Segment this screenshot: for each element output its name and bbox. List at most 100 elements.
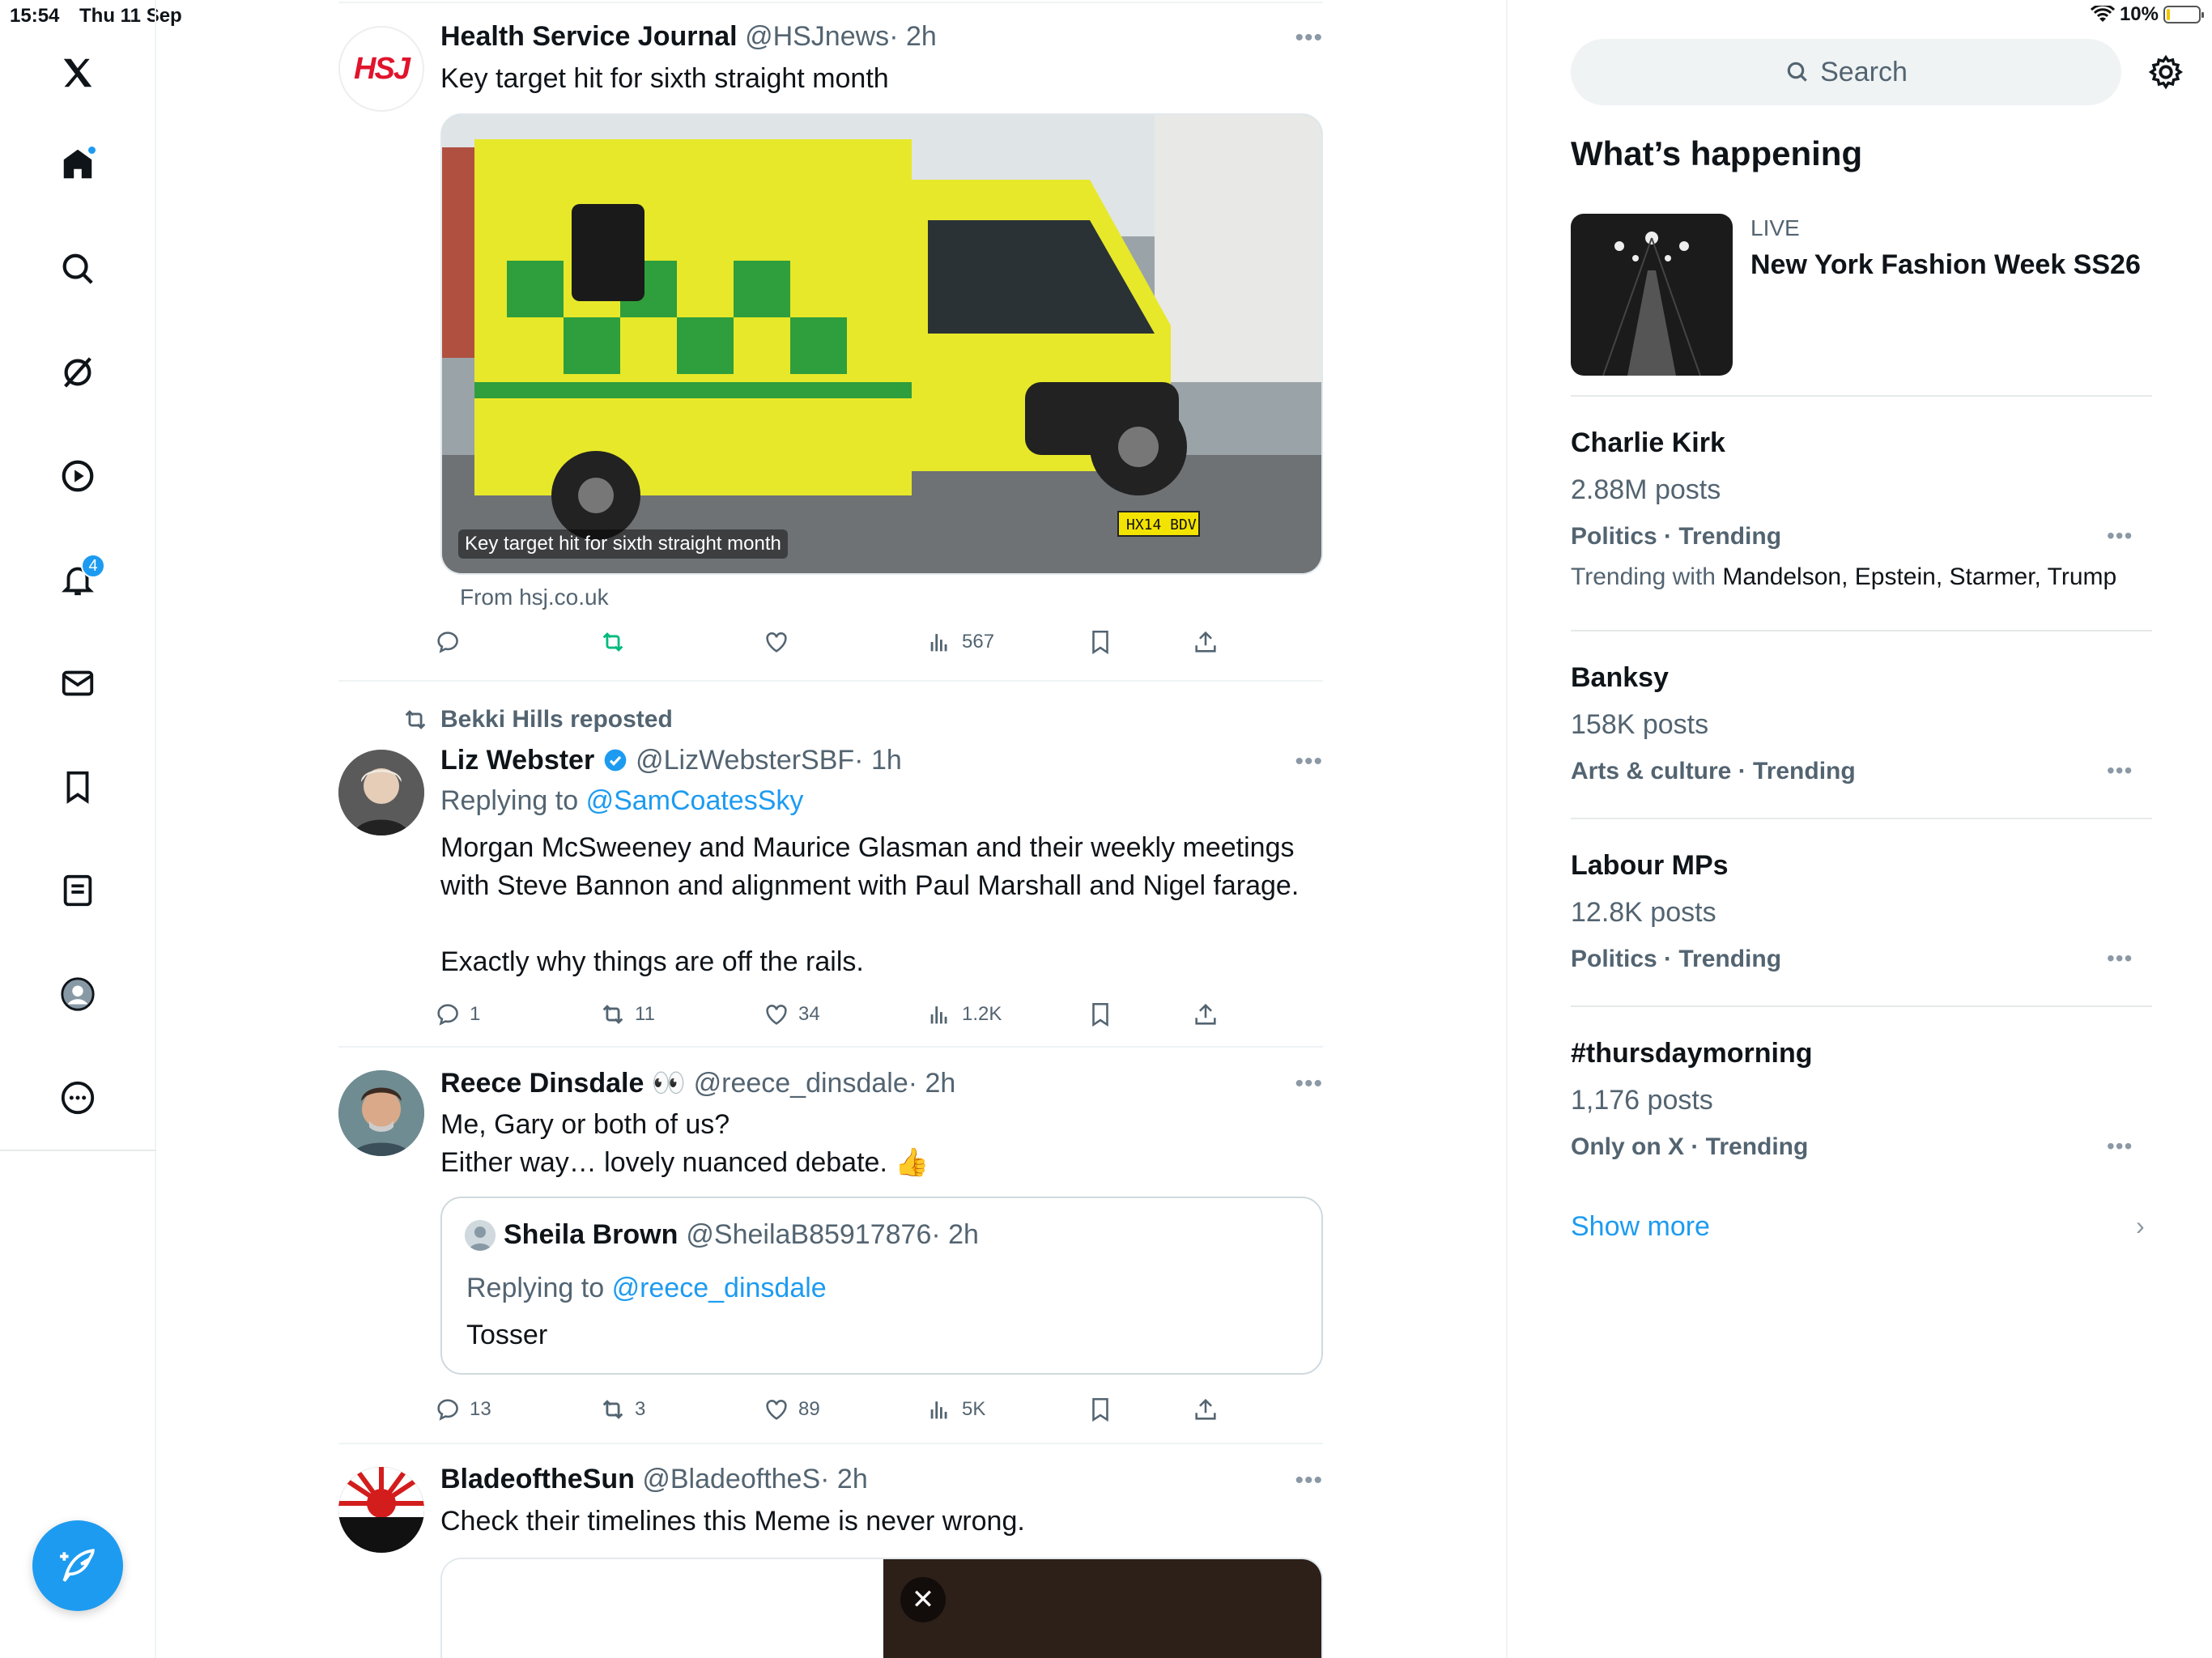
- mail-icon: [62, 670, 94, 696]
- nav-explore[interactable]: [53, 244, 102, 293]
- tweet-more-button[interactable]: •••: [1295, 24, 1323, 52]
- retweet-button[interactable]: 3: [599, 1389, 645, 1430]
- bookmark-button[interactable]: [1087, 622, 1114, 662]
- video-icon: [62, 460, 94, 492]
- share-button[interactable]: [1192, 1389, 1219, 1430]
- tweet[interactable]: Reece Dinsdale 👀 @reece_dinsdale· 2h •••…: [338, 1048, 1323, 1444]
- media-close-button[interactable]: ✕: [900, 1577, 946, 1622]
- nav-home[interactable]: [53, 140, 102, 189]
- trend-more-button[interactable]: •••: [2107, 946, 2133, 971]
- nav-grok[interactable]: [53, 348, 102, 397]
- tweet-time: · 2h: [908, 1068, 956, 1099]
- quote-mention-link[interactable]: @reece_dinsdale: [612, 1273, 827, 1303]
- author-handle[interactable]: @HSJnews: [745, 21, 889, 52]
- mention-link[interactable]: @SamCoatesSky: [586, 785, 804, 816]
- tweet-text: Key target hit for sixth straight month: [440, 63, 889, 94]
- compose-button[interactable]: [32, 1520, 123, 1611]
- quote-text: Tosser: [466, 1320, 548, 1350]
- tweet-media[interactable]: ✕: [440, 1558, 1323, 1658]
- nav-bookmarks[interactable]: [53, 763, 102, 811]
- avatar-logo-text: HSJ: [354, 51, 410, 86]
- bookmark-button[interactable]: [1087, 1389, 1114, 1430]
- tweet-time: · 2h: [889, 21, 937, 52]
- nav-profile[interactable]: [53, 970, 102, 1018]
- tweet[interactable]: HSJ Health Service Journal @HSJnews· 2h …: [338, 0, 1323, 682]
- trend-name: #thursdaymorning: [1571, 1038, 1813, 1069]
- trend-more-button[interactable]: •••: [2107, 758, 2133, 784]
- avatar[interactable]: [338, 1467, 424, 1553]
- share-button[interactable]: [1192, 994, 1219, 1035]
- quote-author-handle[interactable]: @SheilaB85917876: [686, 1219, 931, 1250]
- nav-video[interactable]: [53, 452, 102, 500]
- search-icon: [1787, 62, 1807, 82]
- views-button[interactable]: 1.2K: [926, 994, 1002, 1035]
- quoted-tweet[interactable]: Sheila Brown @SheilaB85917876· 2h Replyi…: [440, 1197, 1323, 1375]
- tweet-header: Health Service Journal @HSJnews· 2h: [440, 21, 937, 53]
- tweet[interactable]: Bekki Hills reposted Liz Webster @LizWeb…: [338, 682, 1323, 1048]
- tweet-more-button[interactable]: •••: [1295, 1467, 1323, 1494]
- like-button[interactable]: 89: [763, 1389, 820, 1430]
- x-logo[interactable]: [53, 49, 102, 97]
- live-event-title[interactable]: New York Fashion Week SS26: [1750, 249, 2141, 281]
- reply-button[interactable]: [434, 622, 462, 662]
- whats-happening-title: What’s happening: [1571, 134, 1863, 172]
- tweet-time: · 1h: [854, 745, 902, 776]
- reply-button[interactable]: 13: [434, 1389, 491, 1430]
- nav-more[interactable]: [53, 1073, 102, 1122]
- link-card-image[interactable]: HX14 BDV Key target hit for sixth straig…: [440, 113, 1323, 575]
- retweeted-by[interactable]: Bekki Hills reposted: [440, 706, 673, 733]
- like-button[interactable]: 34: [763, 994, 820, 1035]
- author-handle[interactable]: @reece_dinsdale: [694, 1068, 908, 1099]
- like-count: 89: [798, 1398, 820, 1420]
- views-icon: [930, 634, 947, 652]
- avatar[interactable]: [338, 750, 424, 835]
- avatar[interactable]: [338, 1070, 424, 1156]
- quote-time: · 2h: [931, 1219, 979, 1250]
- views-button[interactable]: 5K: [926, 1389, 985, 1430]
- nav-messages[interactable]: [53, 659, 102, 708]
- retweet-button[interactable]: 11: [599, 994, 655, 1035]
- live-tag: LIVE: [1750, 215, 1800, 240]
- media-left-panel: [442, 1559, 883, 1658]
- show-more-link[interactable]: Show more: [1571, 1211, 1710, 1243]
- trend-more-button[interactable]: •••: [2107, 523, 2133, 549]
- nav-notifications[interactable]: 4: [53, 554, 105, 604]
- author-name[interactable]: Health Service Journal: [440, 21, 738, 52]
- tweet-more-button[interactable]: •••: [1295, 1070, 1323, 1098]
- reply-count: 13: [470, 1398, 491, 1420]
- author-handle[interactable]: @LizWebsterSBF: [636, 745, 854, 776]
- author-name[interactable]: Liz Webster: [440, 745, 594, 776]
- like-button[interactable]: [763, 622, 790, 662]
- tweet[interactable]: BladeoftheSun @BladeoftheS· 2h ••• Check…: [338, 1444, 1323, 1658]
- trend-separator: [1571, 395, 2152, 397]
- nav-lists[interactable]: [53, 866, 102, 915]
- tweet-actions: 13 3 89 5K: [437, 1389, 1242, 1430]
- search-input[interactable]: Search: [1571, 39, 2121, 105]
- lists-icon: [63, 874, 92, 907]
- trend-more-button[interactable]: •••: [2107, 1133, 2133, 1159]
- avatar[interactable]: HSJ: [338, 26, 424, 112]
- default-avatar-icon: [465, 1219, 496, 1251]
- trend-name: Labour MPs: [1571, 850, 1729, 881]
- views-button[interactable]: 567: [926, 622, 994, 662]
- author-handle[interactable]: @BladeoftheS: [642, 1464, 820, 1494]
- retweet-button[interactable]: [599, 622, 627, 662]
- live-event-image[interactable]: [1571, 214, 1733, 376]
- quote-author-name[interactable]: Sheila Brown: [504, 1219, 678, 1251]
- tweet-text: Morgan McSweeney and Maurice Glasman and…: [440, 832, 1300, 977]
- trend-with-label: Trending with: [1571, 563, 1716, 590]
- trend-separator: [1571, 1005, 2152, 1007]
- author-name[interactable]: Reece Dinsdale: [440, 1068, 644, 1099]
- author-name[interactable]: BladeoftheSun: [440, 1464, 635, 1494]
- reply-button[interactable]: 1: [434, 994, 480, 1035]
- heart-icon: [766, 1400, 787, 1420]
- tweet-more-button[interactable]: •••: [1295, 748, 1323, 776]
- link-source[interactable]: From hsj.co.uk: [460, 585, 609, 610]
- bookmark-button[interactable]: [1087, 994, 1114, 1035]
- trend-separator: [1571, 630, 2152, 631]
- share-button[interactable]: [1192, 622, 1219, 662]
- settings-button[interactable]: [2147, 53, 2184, 91]
- notifications-badge: 4: [81, 554, 105, 578]
- retweet-label: Bekki Hills reposted: [402, 706, 673, 733]
- quote-replying-to: Replying to @reece_dinsdale: [466, 1273, 827, 1304]
